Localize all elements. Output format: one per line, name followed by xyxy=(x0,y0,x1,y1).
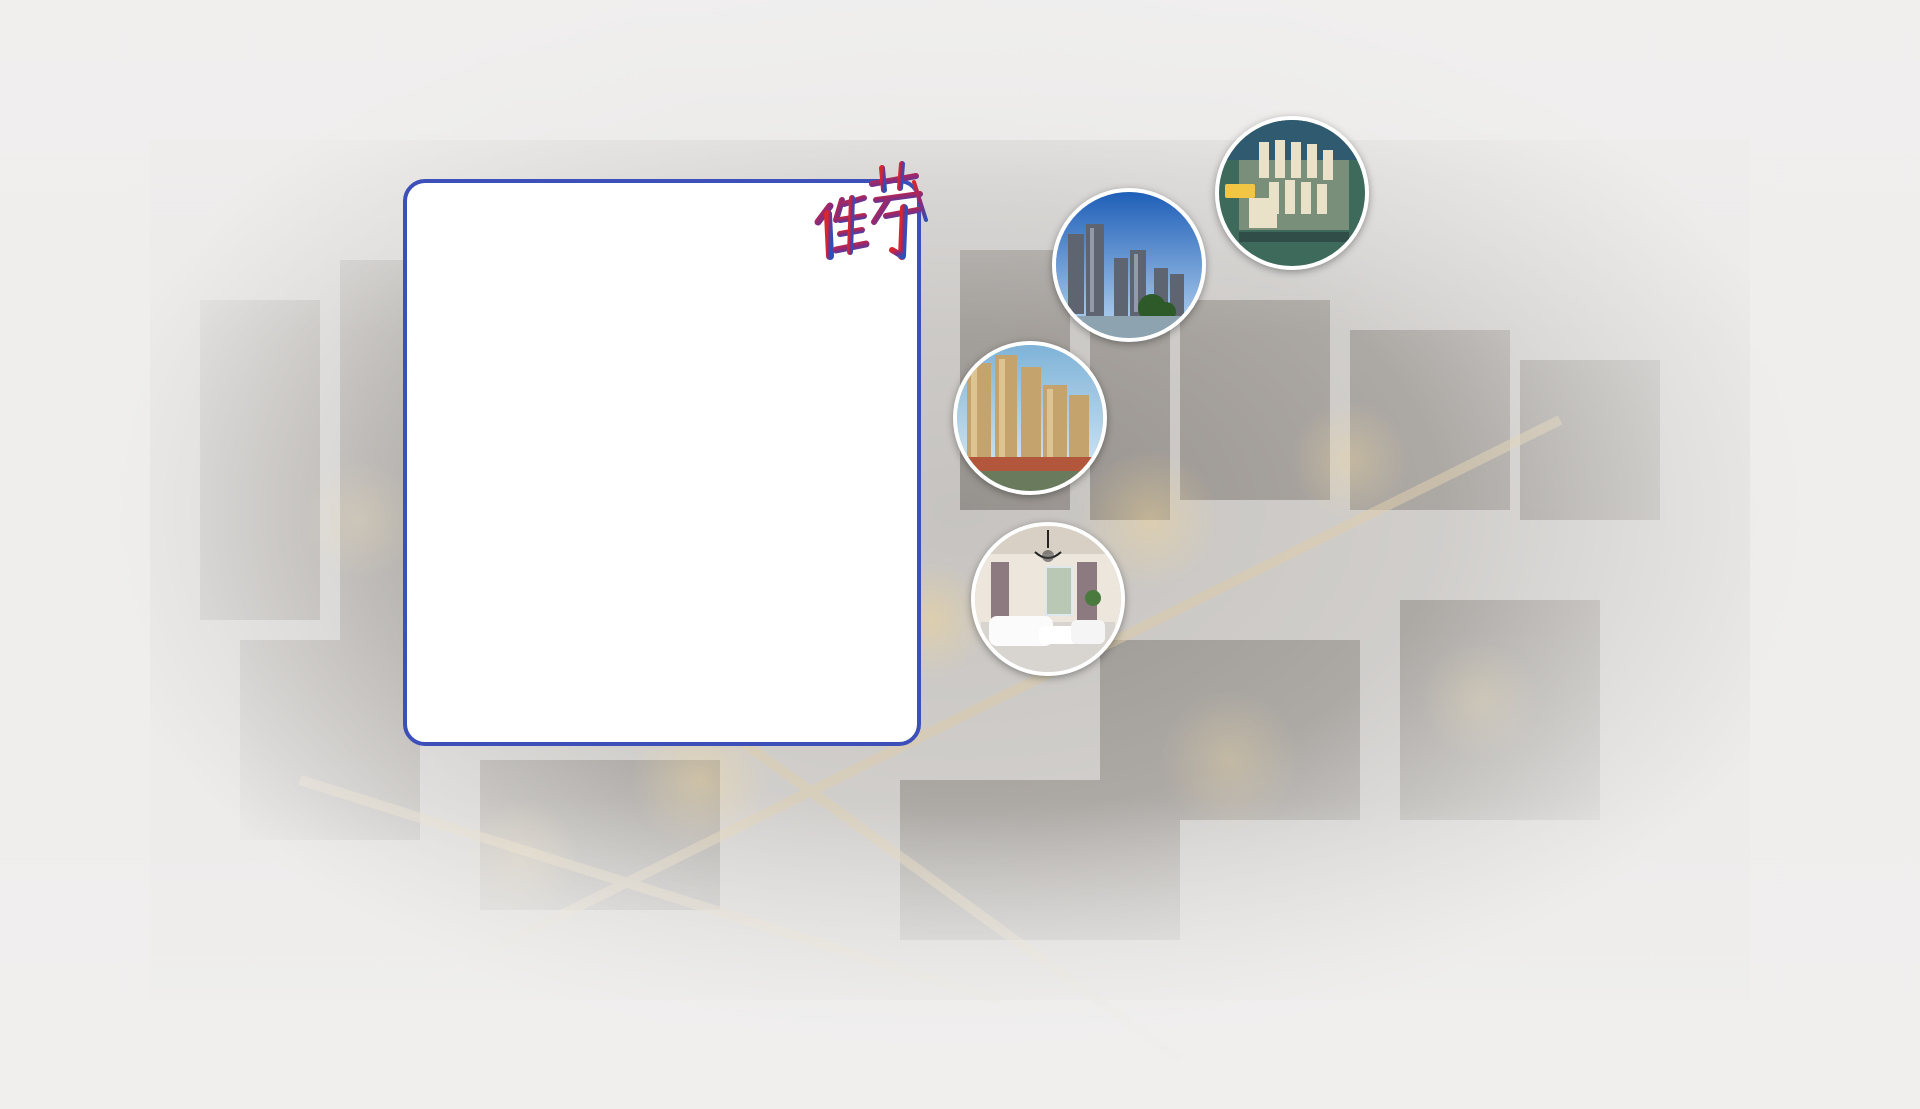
page-stage xyxy=(0,0,1920,1109)
gallery-golden-towers-photo[interactable] xyxy=(953,341,1107,495)
gallery-living-room-photo[interactable] xyxy=(971,522,1125,676)
background-fade-overlay xyxy=(0,0,1920,1109)
recommend-stamp xyxy=(806,160,930,272)
gallery-highrise-blue-sky-photo[interactable] xyxy=(1052,188,1206,342)
gallery-aerial-complex-photo[interactable] xyxy=(1215,116,1369,270)
